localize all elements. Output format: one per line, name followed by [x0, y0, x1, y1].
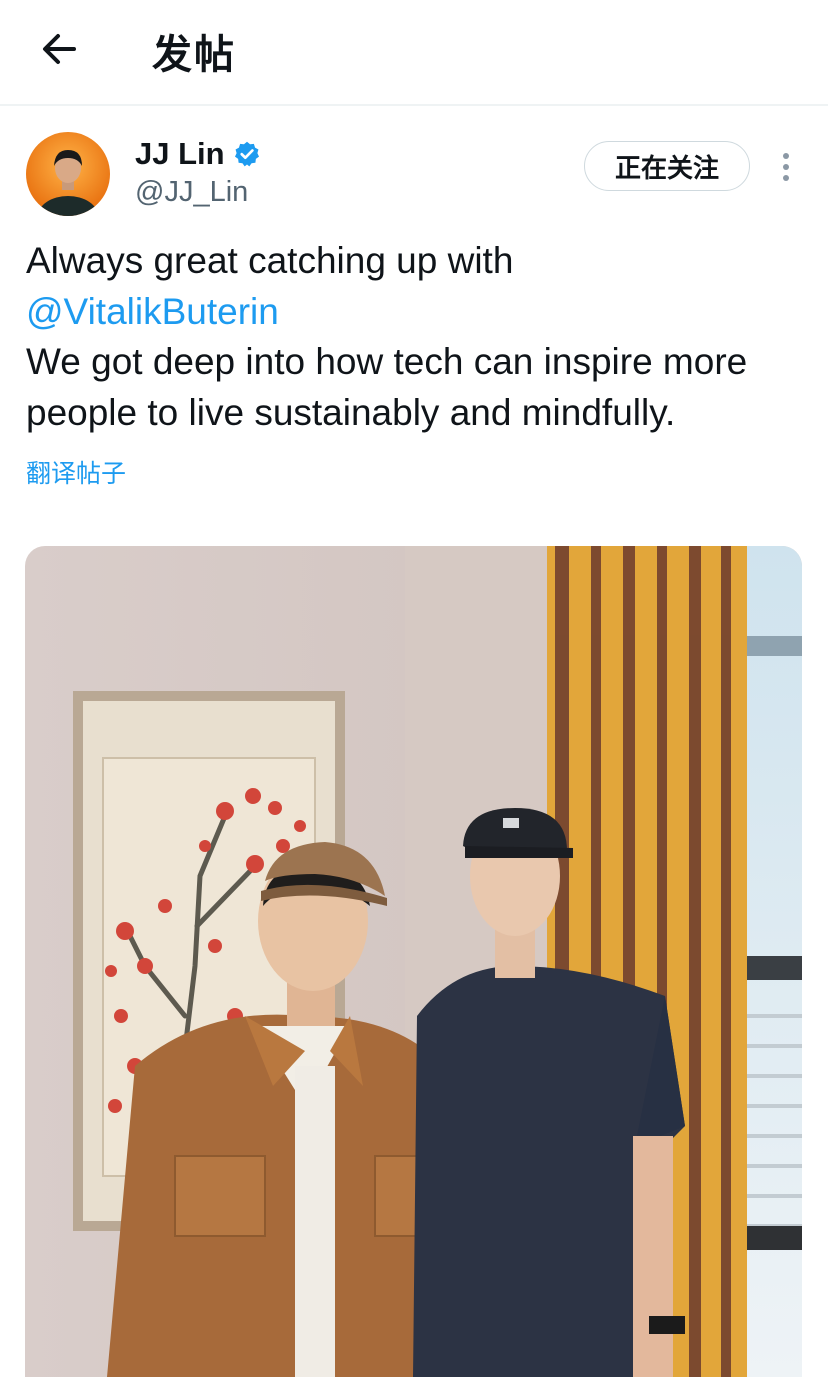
- mention-link[interactable]: @VitalikButerin: [26, 287, 806, 338]
- avatar[interactable]: [26, 132, 110, 216]
- header-divider: [0, 104, 828, 106]
- author-name-row: JJ Lin: [135, 136, 261, 172]
- top-bar: 发帖: [0, 0, 828, 104]
- verified-badge-icon: [234, 141, 259, 167]
- following-button[interactable]: 正在关注: [584, 141, 750, 191]
- author-name[interactable]: JJ Lin: [135, 136, 225, 172]
- more-options-icon[interactable]: [776, 150, 796, 184]
- translate-post-link[interactable]: 翻译帖子: [26, 454, 126, 490]
- post-text: Always great catching up with @VitalikBu…: [26, 236, 806, 438]
- post-line-2: We got deep into how tech can inspire mo…: [26, 341, 748, 433]
- page-title: 发帖: [152, 33, 236, 77]
- arrow-left-icon[interactable]: [36, 26, 82, 72]
- post-photo[interactable]: [25, 546, 802, 1377]
- author-handle[interactable]: @JJ_Lin: [135, 176, 248, 209]
- post-line-1: Always great catching up with: [26, 240, 514, 281]
